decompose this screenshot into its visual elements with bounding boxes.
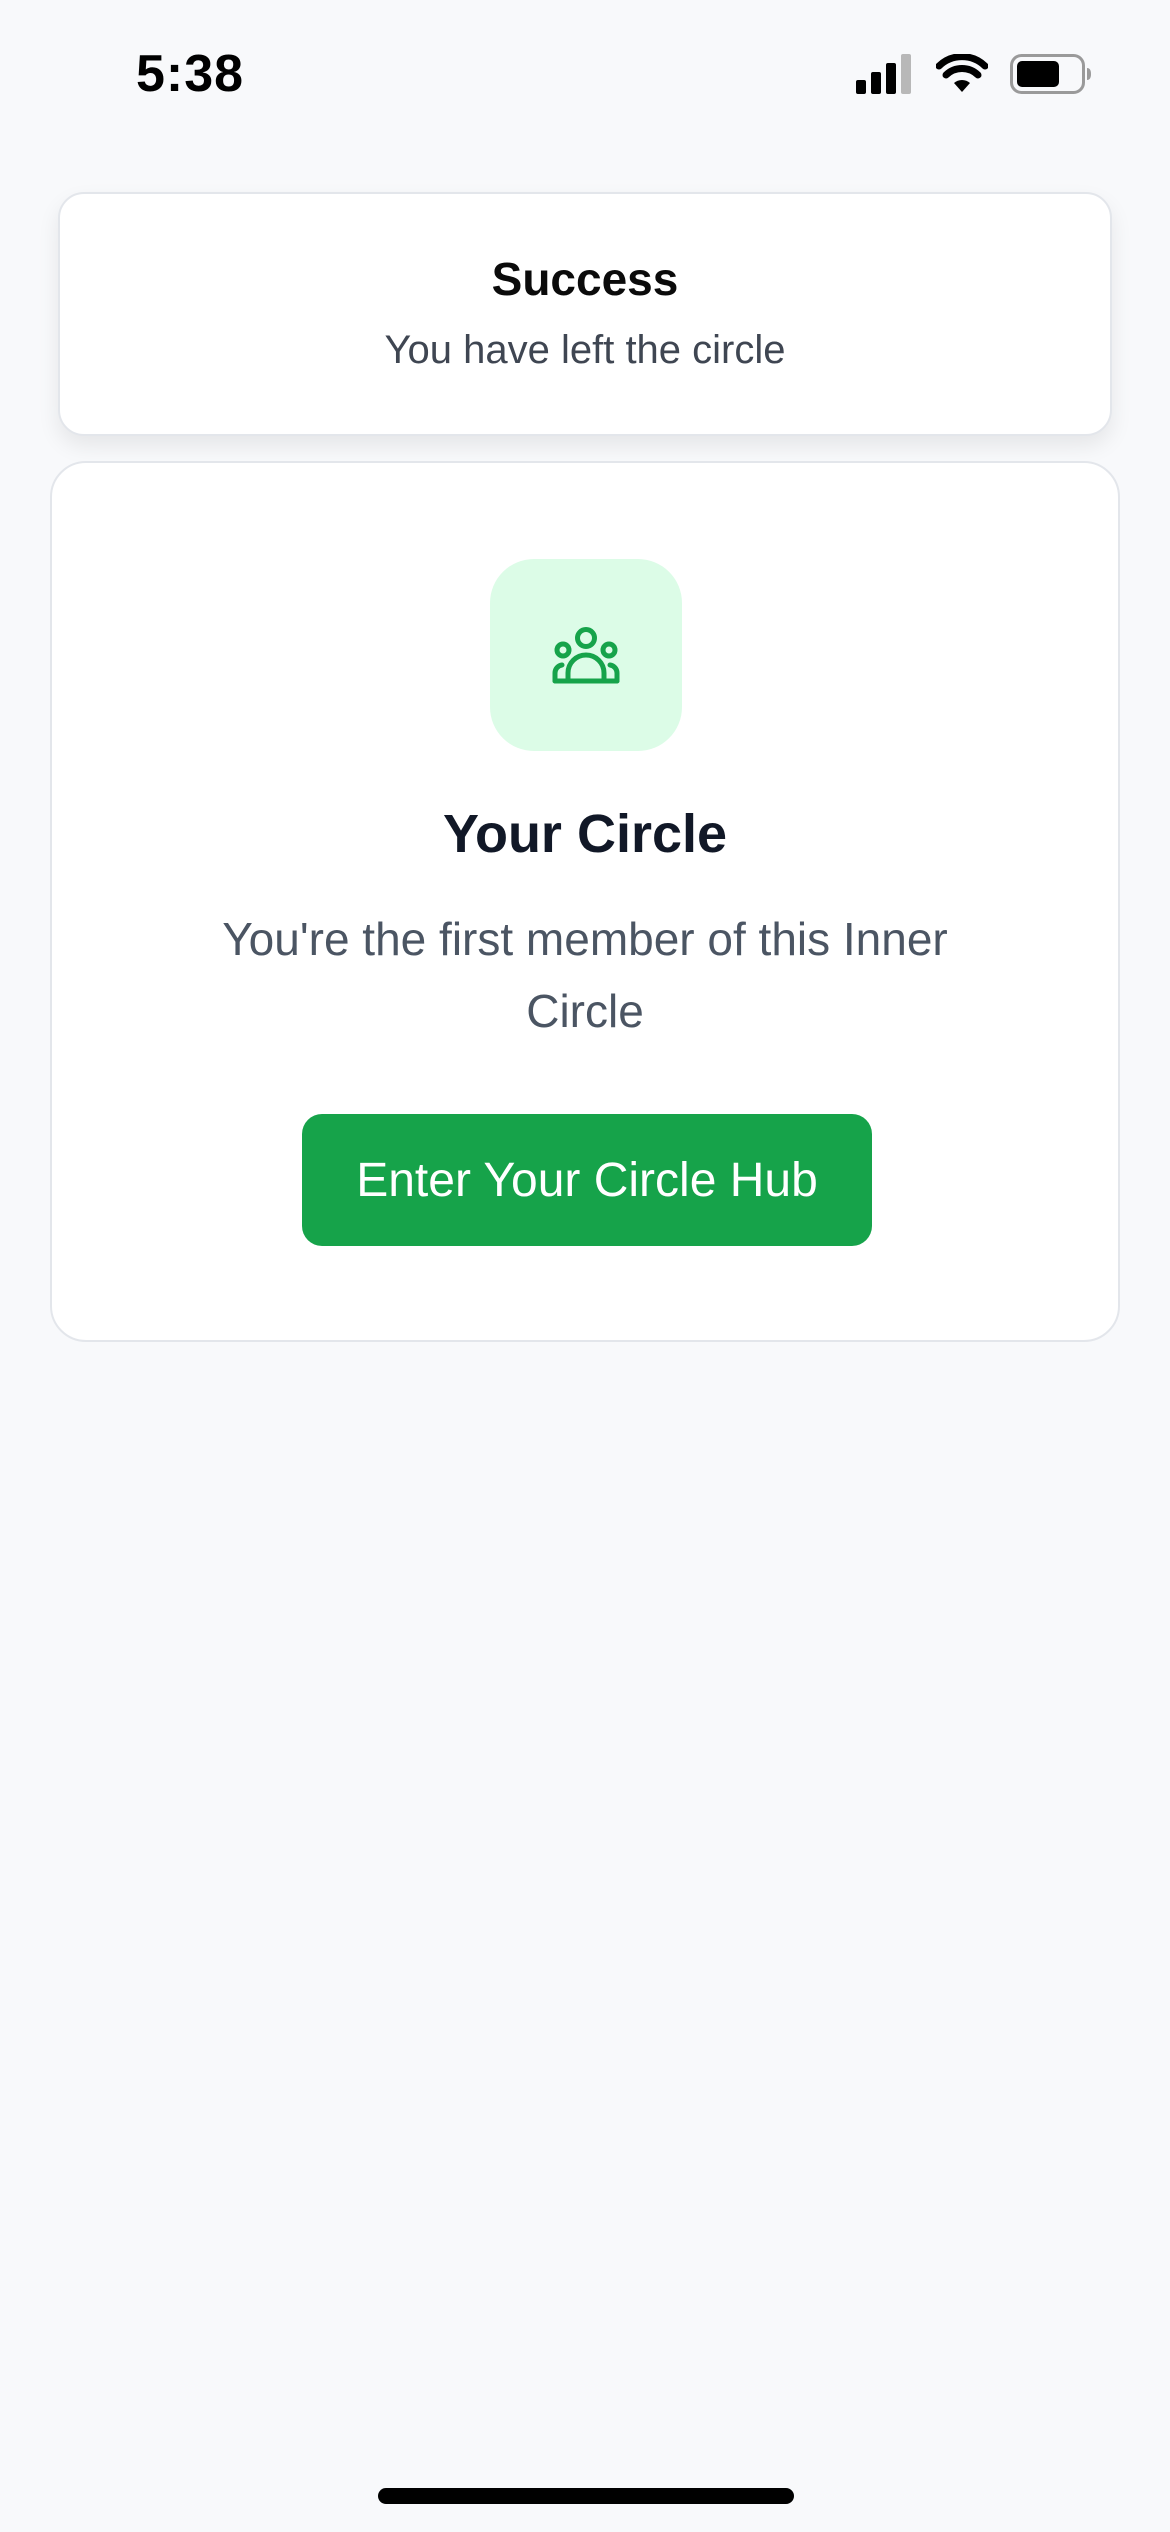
circle-card: Your Circle You're the first member of t… [50,461,1120,1342]
wifi-icon [936,54,988,92]
users-group-icon [552,627,620,684]
battery-icon [1010,54,1091,94]
status-icons [856,54,1092,94]
status-time: 5:38 [136,45,245,103]
cellular-signal-icon [856,54,911,94]
screen: 5:38 Success You have left the circle Yo… [0,0,1170,2532]
toast-title: Success [491,253,679,305]
toast-message: You have left the circle [384,328,786,372]
circle-icon-tile [490,559,682,751]
home-indicator[interactable] [378,2488,794,2504]
success-toast: Success You have left the circle [58,192,1112,436]
card-title: Your Circle [442,804,728,864]
card-description: You're the first member of this Inner Ci… [222,913,948,1037]
status-bar: 5:38 [0,0,1170,150]
enter-circle-hub-button[interactable]: Enter Your Circle Hub [302,1114,872,1246]
